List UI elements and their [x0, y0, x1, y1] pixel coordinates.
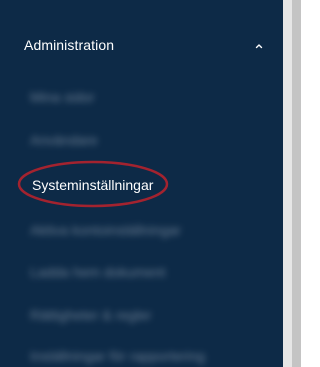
- sidebar-item-label: Ladda hem dokument: [30, 264, 166, 280]
- sidebar-item-dokument[interactable]: Ladda hem dokument: [0, 254, 283, 290]
- chevron-up-icon[interactable]: [255, 42, 263, 50]
- scrollbar-track[interactable]: [283, 0, 292, 367]
- scrollbar-thumb[interactable]: [292, 0, 301, 367]
- sidebar-item-label: Mina sidor: [30, 89, 95, 105]
- sidebar: Administration Mina sidor Användare Syst…: [0, 0, 283, 367]
- sidebar-item-rapportering[interactable]: Inställningar för rapportering: [0, 338, 283, 367]
- sidebar-item-anvandare[interactable]: Användare: [0, 122, 283, 158]
- sidebar-item-mina-sidor[interactable]: Mina sidor: [0, 79, 283, 115]
- section-header-administration[interactable]: Administration: [0, 25, 283, 65]
- page: Administration Mina sidor Användare Syst…: [0, 0, 309, 367]
- sidebar-item-label: Inställningar för rapportering: [30, 348, 206, 364]
- sidebar-item-label: Rättigheter & regler: [30, 307, 152, 323]
- sidebar-item-rattigheter[interactable]: Rättigheter & regler: [0, 297, 283, 333]
- section-title: Administration: [24, 37, 115, 53]
- sidebar-item-label: Användare: [30, 132, 98, 148]
- sidebar-item-label: Aktiva kontoinställningar: [30, 222, 181, 238]
- highlight-ellipse: [17, 160, 169, 208]
- sidebar-item-kontoinstallningar[interactable]: Aktiva kontoinställningar: [0, 212, 283, 248]
